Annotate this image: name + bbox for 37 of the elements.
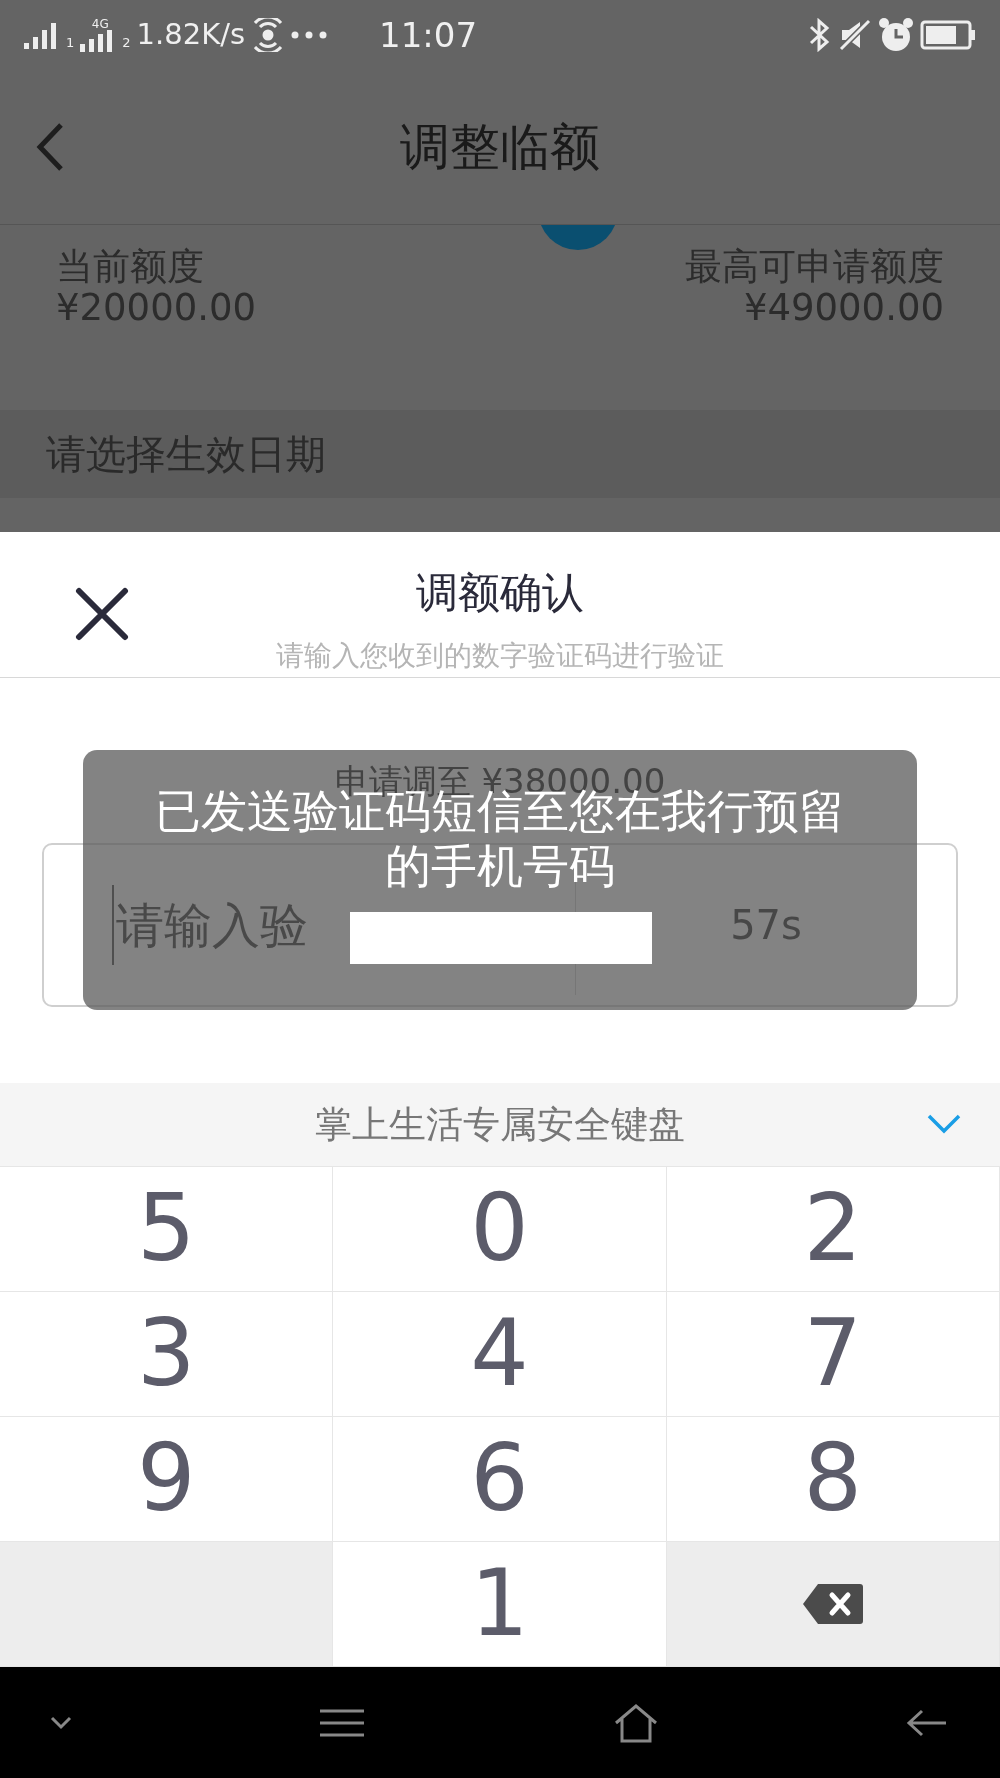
home-icon[interactable] <box>612 1702 659 1743</box>
countdown: 57s <box>729 901 803 950</box>
alarm-icon <box>878 17 914 53</box>
chevron-down-icon <box>50 1715 72 1730</box>
chevron-down-icon <box>926 1112 962 1136</box>
network-label: 4G <box>91 18 109 30</box>
battery-icon <box>920 20 976 50</box>
menu-icon[interactable] <box>319 1707 366 1738</box>
back-icon <box>36 122 64 172</box>
current-limit-value: ¥20000.00 <box>56 287 257 329</box>
digit-key[interactable]: 2 <box>666 1167 1000 1292</box>
digit-key[interactable]: 7 <box>666 1292 1000 1417</box>
digit-key[interactable]: 3 <box>0 1292 334 1417</box>
page-title: 调整临额 <box>400 116 600 178</box>
dialog-subtitle: 请输入您收到的数字验证码进行验证 <box>276 642 724 670</box>
backspace-key[interactable] <box>666 1542 1000 1667</box>
sim-label: 2 <box>122 33 131 52</box>
mute-icon <box>838 18 872 52</box>
close-icon <box>75 587 129 641</box>
dialog-title: 调额确认 <box>416 572 584 614</box>
network-speed: 1.82K/s <box>136 16 246 54</box>
current-limit-label: 当前额度 <box>56 247 205 288</box>
digit-key[interactable]: 9 <box>0 1417 334 1542</box>
backspace-icon <box>801 1582 864 1626</box>
digit-key[interactable]: 5 <box>0 1167 334 1292</box>
digit-key[interactable]: 8 <box>666 1417 1000 1542</box>
digit-key[interactable]: 0 <box>333 1167 667 1292</box>
clock: 11:07 <box>379 13 477 57</box>
digit-key[interactable]: 1 <box>333 1542 667 1667</box>
digit-key[interactable]: 6 <box>333 1417 667 1542</box>
keyboard-title: 掌上生活专属安全键盘 <box>315 1101 685 1148</box>
max-limit-value: ¥49000.00 <box>743 287 944 329</box>
sim-label: 1 <box>66 33 75 52</box>
max-limit-label: 最高可申请额度 <box>685 247 944 288</box>
digit-key[interactable]: 4 <box>333 1292 667 1417</box>
bluetooth-icon <box>808 18 832 52</box>
more-icon <box>291 31 328 39</box>
